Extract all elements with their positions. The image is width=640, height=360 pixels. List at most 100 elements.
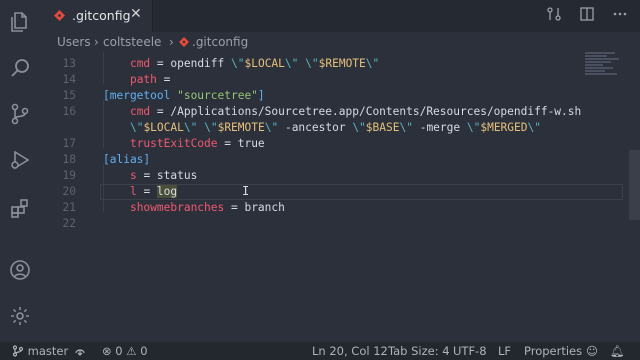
line-number: 13 <box>62 57 76 70</box>
code-line[interactable]: \"$LOCAL\" \"$REMOTE\" -ancestor \"$BASE… <box>40 120 600 136</box>
editor-actions <box>538 6 632 26</box>
extensions-icon[interactable] <box>8 196 32 220</box>
git-file-icon <box>54 10 65 21</box>
sync-icon[interactable] <box>74 344 86 358</box>
account-icon[interactable] <box>8 258 32 282</box>
code-line[interactable]: 22 <box>40 216 600 232</box>
code-token: l <box>129 185 137 198</box>
code-text: trustExitCode = true <box>103 136 265 152</box>
more-actions-icon[interactable] <box>612 6 632 26</box>
tab-gitconfig[interactable]: .gitconfig ✕ <box>40 0 153 32</box>
code-line[interactable]: 21 showmebranches = branch <box>40 200 600 216</box>
code-editor[interactable]: 13 cmd = opendiff \"$LOCAL\" \"$REMOTE\"… <box>40 52 640 342</box>
code-token: = opendiff <box>150 57 231 70</box>
code-token: \" <box>264 121 279 134</box>
notifications-bell-icon[interactable]: 🔔︎ <box>610 344 625 358</box>
breadcrumb-separator: › <box>94 35 99 49</box>
warning-icon: ⚠ <box>126 344 137 358</box>
tab-close-icon[interactable]: ✕ <box>130 6 142 22</box>
editor-tab-strip: .gitconfig ✕ <box>40 0 640 32</box>
code-line[interactable]: 19 s = status <box>40 168 600 184</box>
code-token: -ancestor <box>278 121 353 134</box>
git-file-icon <box>179 37 189 47</box>
code-token: = status <box>136 169 198 182</box>
code-line[interactable]: 16 cmd = /Applications/Sourcetree.app/Co… <box>40 104 600 120</box>
code-token: \" <box>284 57 299 70</box>
status-bar: master ⊗ 0 ⚠ 0 Ln 20, Col 12 Tab Size: 4… <box>0 342 640 360</box>
code-token: $LOCAL <box>244 57 285 70</box>
code-token: [mergetool <box>103 89 178 102</box>
activity-bar <box>0 0 41 342</box>
code-token: $REMOTE <box>217 121 265 134</box>
line-number: 19 <box>62 169 76 182</box>
code-line[interactable]: 18 [alias] <box>40 152 600 168</box>
minimap[interactable] <box>585 52 625 82</box>
code-token: log <box>156 185 178 198</box>
breadcrumb-separator: › <box>169 35 174 49</box>
code-token: [alias] <box>103 153 151 166</box>
code-text: s = status <box>103 168 197 184</box>
code-text: path = <box>103 72 170 88</box>
breadcrumb: Users › coltsteele › .gitconfig <box>40 32 640 52</box>
code-token: ] <box>257 89 265 102</box>
cursor-position[interactable]: Ln 20, Col 12 <box>312 344 388 358</box>
explorer-icon[interactable] <box>8 10 32 34</box>
problems-indicator[interactable]: ⊗ 0 ⚠ 0 <box>102 344 148 358</box>
code-line[interactable]: 13 cmd = opendiff \"$LOCAL\" \"$REMOTE\" <box>40 56 600 72</box>
line-number: 15 <box>62 89 76 102</box>
code-line[interactable]: 15 [mergetool "sourcetree"] <box>40 88 600 104</box>
code-token: = branch <box>224 201 285 214</box>
code-token: s <box>129 169 137 182</box>
error-count: 0 <box>115 344 123 358</box>
code-line[interactable]: 20 l = log <box>40 184 600 200</box>
code-token: -merge <box>412 121 467 134</box>
open-changes-icon[interactable] <box>546 6 566 26</box>
text-cursor-icon: I <box>242 184 250 198</box>
code-token: \" <box>352 121 366 134</box>
branch-indicator[interactable]: master <box>12 344 68 358</box>
settings-gear-icon[interactable] <box>8 304 32 328</box>
source-control-icon[interactable] <box>8 102 32 126</box>
code-line[interactable]: 14 path = <box>40 72 600 88</box>
code-token: \" <box>204 121 218 134</box>
code-token: $BASE <box>365 121 400 134</box>
code-token: $REMOTE <box>318 57 366 70</box>
tab-label: .gitconfig <box>72 8 131 23</box>
code-text: [alias] <box>103 152 150 168</box>
code-token: cmd <box>129 57 151 70</box>
code-token: \" <box>183 121 198 134</box>
code-line[interactable]: 17 trustExitCode = true <box>40 136 600 152</box>
feedback-icon[interactable]: ☺ <box>586 344 598 358</box>
debug-icon[interactable] <box>8 148 32 172</box>
end-of-line[interactable]: LF <box>498 344 511 358</box>
error-icon: ⊗ <box>102 344 112 358</box>
search-icon[interactable] <box>8 56 32 80</box>
code-token: \" <box>305 57 319 70</box>
vertical-scrollbar[interactable] <box>629 150 640 220</box>
code-text: cmd = /Applications/Sourcetree.app/Conte… <box>103 104 581 120</box>
code-token: \" <box>527 121 541 134</box>
line-number: 17 <box>62 137 76 150</box>
code-token: \" <box>466 121 481 134</box>
breadcrumb-item-users[interactable]: Users <box>57 35 91 49</box>
breadcrumb-item-coltsteele[interactable]: coltsteele <box>103 35 161 49</box>
code-token: \" <box>129 121 144 134</box>
code-text: \"$LOCAL\" \"$REMOTE\" -ancestor \"$BASE… <box>103 120 541 136</box>
code-token: $MERGED <box>480 121 528 134</box>
breadcrumb-item-file[interactable]: .gitconfig <box>192 35 248 49</box>
split-editor-icon[interactable] <box>579 6 599 26</box>
line-number: 21 <box>62 201 76 214</box>
line-number: 16 <box>62 105 76 118</box>
code-token: \" <box>231 57 245 70</box>
code-token: path <box>129 73 157 86</box>
line-number: 22 <box>62 217 76 230</box>
code-text: l = log <box>103 184 178 200</box>
line-number: 20 <box>62 185 76 198</box>
tab-size[interactable]: Tab Size: 4 <box>388 344 450 358</box>
code-token: $LOCAL <box>143 121 184 134</box>
code-token: trustExitCode <box>129 137 218 150</box>
code-token: "sourcetree" <box>177 89 258 102</box>
encoding[interactable]: UTF-8 <box>453 344 487 358</box>
warning-count: 0 <box>140 344 148 358</box>
language-mode[interactable]: Properties <box>524 344 582 358</box>
